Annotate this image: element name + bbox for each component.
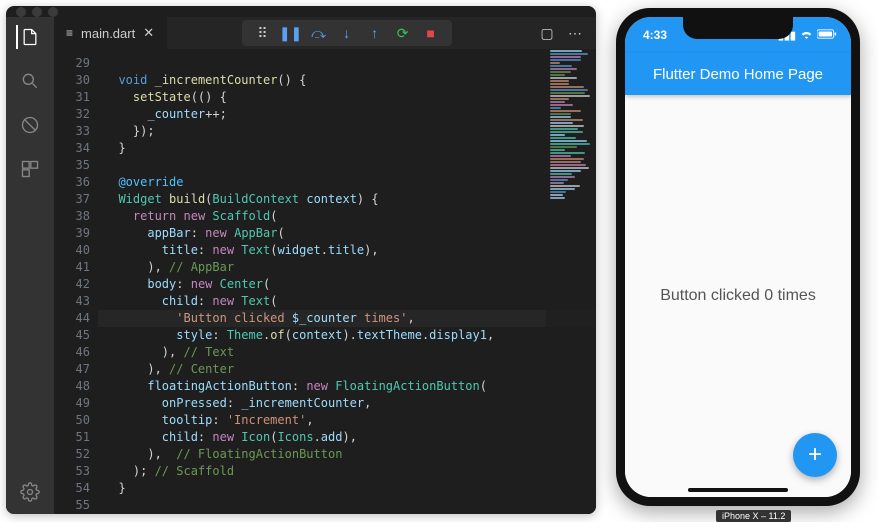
code-line[interactable]: Widget build(BuildContext context) {	[104, 191, 596, 208]
app-body: Button clicked 0 times +	[625, 95, 851, 497]
code-area[interactable]: void _incrementCounter() { setState(() {…	[98, 49, 596, 514]
code-line[interactable]: setState(() {	[104, 89, 596, 106]
floating-action-button[interactable]: +	[793, 433, 837, 477]
close-tab-icon[interactable]: ✕	[143, 25, 154, 41]
code-line[interactable]: onPressed: _incrementCounter,	[104, 395, 596, 412]
code-line[interactable]: return new Scaffold(	[104, 208, 596, 225]
app-bar: Flutter Demo Home Page	[625, 53, 851, 95]
hot-reload-button[interactable]: ⟳	[390, 20, 416, 46]
explorer-icon[interactable]	[16, 25, 42, 49]
phone-screen: 4:33 ▮▮▮ Flutter Demo Home Page Button c…	[625, 17, 851, 497]
ide-window: ≡ main.dart ✕ ⠿ ❚❚ ⤼ ↓ ↑ ⟳ ■ ▢ ⋯	[6, 6, 596, 514]
activity-bar	[6, 17, 54, 514]
code-line[interactable]: }	[104, 140, 596, 157]
ide-body: ≡ main.dart ✕ ⠿ ❚❚ ⤼ ↓ ↑ ⟳ ■ ▢ ⋯	[6, 17, 596, 514]
code-line[interactable]: @override	[104, 174, 596, 191]
editor[interactable]: 29 30 31 32 33 34 35 36 37 38 39 40 41 4…	[54, 49, 596, 514]
code-line[interactable]	[104, 497, 596, 514]
tab-bar: ≡ main.dart ✕ ⠿ ❚❚ ⤼ ↓ ↑ ⟳ ■ ▢ ⋯	[54, 17, 596, 49]
step-over-button[interactable]: ⤼	[306, 20, 332, 46]
phone-simulator: 4:33 ▮▮▮ Flutter Demo Home Page Button c…	[616, 8, 860, 506]
code-line[interactable]: child: new Icon(Icons.add),	[104, 429, 596, 446]
file-tab[interactable]: ≡ main.dart ✕	[54, 17, 167, 49]
more-icon[interactable]: ⋯	[562, 20, 588, 46]
code-line[interactable]: appBar: new AppBar(	[104, 225, 596, 242]
code-line[interactable]: tooltip: 'Increment',	[104, 412, 596, 429]
search-icon[interactable]	[18, 69, 42, 93]
code-line[interactable]: _counter++;	[104, 106, 596, 123]
wifi-icon	[800, 29, 813, 42]
file-icon: ≡	[66, 26, 73, 40]
code-line[interactable]: body: new Center(	[104, 276, 596, 293]
home-indicator[interactable]	[688, 488, 788, 492]
drag-handle-icon[interactable]: ⠿	[250, 20, 276, 46]
editor-main: ≡ main.dart ✕ ⠿ ❚❚ ⤼ ↓ ↑ ⟳ ■ ▢ ⋯	[54, 17, 596, 514]
code-line[interactable]: void _incrementCounter() {	[104, 72, 596, 89]
traffic-minimize-icon[interactable]	[32, 7, 42, 17]
code-line[interactable]: floatingActionButton: new FloatingAction…	[104, 378, 596, 395]
code-line[interactable]: });	[104, 123, 596, 140]
editor-right-toolbar: ▢ ⋯	[526, 17, 596, 49]
extensions-icon[interactable]	[18, 157, 42, 181]
code-line[interactable]: style: Theme.of(context).textTheme.displ…	[104, 327, 596, 344]
code-line[interactable]: ), // Text	[104, 344, 596, 361]
code-line[interactable]: ); // Scaffold	[104, 463, 596, 480]
phone-notch	[683, 17, 793, 39]
status-time: 4:33	[643, 28, 667, 42]
code-line[interactable]: ), // Center	[104, 361, 596, 378]
battery-icon	[817, 29, 837, 42]
settings-gear-icon[interactable]	[18, 480, 42, 504]
code-line[interactable]: child: new Text(	[104, 293, 596, 310]
step-into-button[interactable]: ↓	[334, 20, 360, 46]
pause-button[interactable]: ❚❚	[278, 20, 304, 46]
code-line[interactable]: ), // AppBar	[104, 259, 596, 276]
code-line[interactable]: }	[104, 480, 596, 497]
code-line[interactable]: ), // FloatingActionButton	[104, 446, 596, 463]
debug-toolbar: ⠿ ❚❚ ⤼ ↓ ↑ ⟳ ■	[242, 20, 452, 46]
app-bar-title: Flutter Demo Home Page	[653, 66, 823, 83]
tab-filename: main.dart	[81, 26, 135, 41]
simulator-label: iPhone X – 11.2	[716, 510, 791, 522]
code-line[interactable]	[104, 55, 596, 72]
traffic-close-icon[interactable]	[16, 7, 26, 17]
counter-text: Button clicked 0 times	[660, 287, 816, 305]
layout-icon[interactable]: ▢	[534, 20, 560, 46]
debug-icon[interactable]	[18, 113, 42, 137]
plus-icon: +	[808, 441, 822, 469]
window-titlebar	[6, 6, 596, 17]
minimap[interactable]	[546, 49, 596, 514]
traffic-zoom-icon[interactable]	[48, 7, 58, 17]
code-line[interactable]	[104, 157, 596, 174]
code-line[interactable]: title: new Text(widget.title),	[104, 242, 596, 259]
line-number-gutter: 29 30 31 32 33 34 35 36 37 38 39 40 41 4…	[54, 49, 98, 514]
stop-button[interactable]: ■	[418, 20, 444, 46]
step-out-button[interactable]: ↑	[362, 20, 388, 46]
